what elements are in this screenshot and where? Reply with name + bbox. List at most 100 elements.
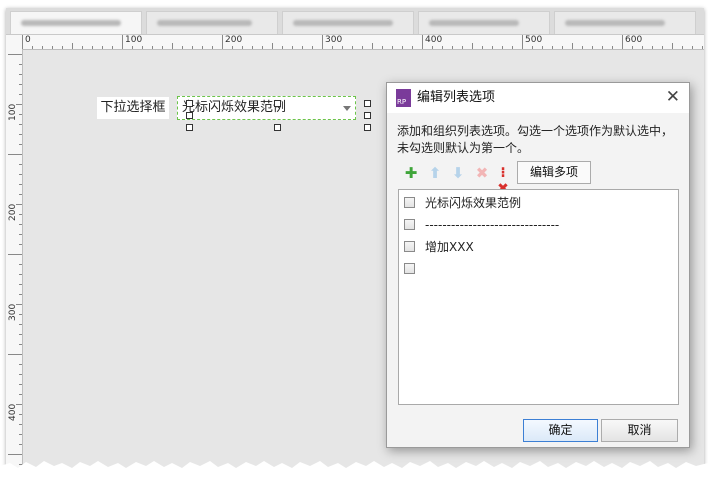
ruler-tick	[19, 294, 22, 295]
ruler-tick	[19, 314, 22, 315]
resize-handle-bottom-left[interactable]	[186, 124, 193, 131]
ruler-tick	[172, 43, 173, 49]
ruler-label: 0	[25, 35, 31, 45]
ruler-tick	[562, 46, 563, 49]
ruler-tick	[262, 46, 263, 49]
document-tab[interactable]	[554, 11, 696, 34]
ruler-corner	[6, 35, 23, 50]
ruler-tick	[19, 194, 22, 195]
ruler-tick	[52, 46, 53, 49]
ruler-tick	[132, 46, 133, 49]
resize-handle-right[interactable]	[364, 112, 371, 119]
cancel-button[interactable]: 取消	[601, 419, 678, 442]
ruler-tick	[372, 43, 373, 49]
default-checkbox[interactable]	[404, 219, 415, 230]
ruler-tick	[16, 204, 22, 205]
list-item[interactable]	[404, 260, 672, 278]
ruler-tick	[19, 224, 22, 225]
list-item[interactable]: -------------------------------	[404, 216, 672, 234]
resize-handle-left[interactable]	[186, 112, 193, 119]
default-checkbox[interactable]	[404, 263, 415, 274]
ruler-tick	[502, 46, 503, 49]
ruler-tick	[522, 35, 523, 49]
ruler-tick	[19, 174, 22, 175]
ruler-tick	[19, 394, 22, 395]
ruler-label: 400	[8, 403, 18, 421]
ruler-tick	[19, 74, 22, 75]
resize-handle-top[interactable]	[274, 100, 281, 107]
ruler-tick	[19, 234, 22, 235]
ruler-tick	[19, 244, 22, 245]
resize-handle-bottom-right[interactable]	[364, 124, 371, 131]
ruler-tick	[602, 46, 603, 49]
edit-multiple-button[interactable]: 编辑多项	[517, 161, 591, 184]
ruler-tick	[19, 84, 22, 85]
ruler-tick	[19, 284, 22, 285]
ruler-label: 100	[8, 103, 18, 121]
ruler-tick	[452, 46, 453, 49]
arrow-down-icon[interactable]: ⬇	[450, 165, 466, 181]
ruler-tick	[82, 46, 83, 49]
ruler-label: 400	[425, 35, 443, 45]
resize-handle-top-right[interactable]	[364, 100, 371, 107]
delete-icon[interactable]: ✖	[474, 165, 490, 181]
document-tab[interactable]	[282, 11, 414, 34]
ruler-tick	[342, 46, 343, 49]
ruler-tick	[8, 454, 22, 455]
ruler-tick	[19, 324, 22, 325]
resize-handle-top-left[interactable]	[186, 100, 193, 107]
ruler-tick	[102, 46, 103, 49]
ok-button[interactable]: 确定	[523, 419, 598, 442]
dropdown-widget[interactable]: 光标闪烁效果范例	[177, 96, 356, 120]
ruler-tick	[19, 424, 22, 425]
delete-all-icon[interactable]: ⁝✖	[495, 165, 511, 197]
ruler-tick	[392, 46, 393, 49]
default-checkbox[interactable]	[404, 197, 415, 208]
document-tab-active[interactable]	[10, 11, 142, 34]
ruler-tick	[222, 35, 223, 49]
resize-handle-bottom[interactable]	[274, 124, 281, 131]
dialog-title: 编辑列表选项	[417, 90, 496, 105]
ruler-tick	[622, 35, 623, 49]
ruler-tick	[582, 46, 583, 49]
ruler-tick	[42, 46, 43, 49]
ruler-tick	[612, 46, 613, 49]
close-icon[interactable]: ✕	[666, 88, 680, 106]
ruler-tick	[682, 46, 683, 49]
document-tab[interactable]	[418, 11, 550, 34]
ruler-label: 100	[125, 35, 143, 45]
list-item[interactable]: 增加XXX	[404, 238, 672, 256]
ruler-tick	[552, 46, 553, 49]
ruler-tick	[212, 46, 213, 49]
ruler-tick	[632, 46, 633, 49]
list-item-text[interactable]: 增加XXX	[425, 239, 474, 255]
ruler-tick	[16, 304, 22, 305]
ruler-tick	[512, 46, 513, 49]
ruler-tick	[702, 46, 703, 49]
ruler-tick	[72, 43, 73, 49]
arrow-up-icon[interactable]: ⬆	[427, 165, 443, 181]
ruler-tick	[652, 46, 653, 49]
axure-app-icon: RP	[396, 89, 411, 107]
ruler-tick	[242, 46, 243, 49]
document-tab[interactable]	[146, 11, 278, 34]
list-item-text[interactable]: -------------------------------	[425, 217, 559, 233]
ruler-tick	[292, 46, 293, 49]
ruler-tick	[19, 124, 22, 125]
list-item-text[interactable]: 光标闪烁效果范例	[425, 195, 521, 211]
ruler-tick	[19, 264, 22, 265]
plus-icon[interactable]: ✚	[403, 165, 419, 181]
list-item[interactable]: 光标闪烁效果范例	[404, 194, 672, 212]
dialog-titlebar: RP 编辑列表选项 ✕	[387, 83, 689, 113]
ruler-tick	[16, 404, 22, 405]
ruler-label: 600	[625, 35, 643, 45]
ruler-tick	[112, 46, 113, 49]
ruler-tick	[482, 46, 483, 49]
ruler-tick	[16, 104, 22, 105]
dropdown-caption-label[interactable]: 下拉选择框	[97, 97, 169, 119]
ruler-tick	[19, 64, 22, 65]
ruler-tick	[192, 46, 193, 49]
ruler-tick	[272, 43, 273, 49]
default-checkbox[interactable]	[404, 241, 415, 252]
ruler-tick	[282, 46, 283, 49]
